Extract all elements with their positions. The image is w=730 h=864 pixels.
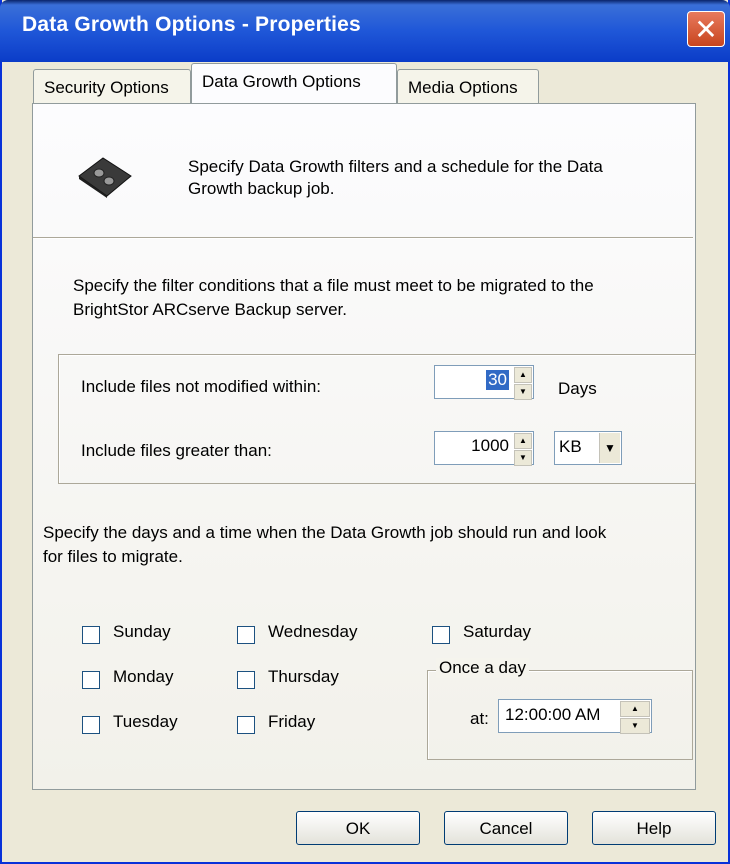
schedule-intro: Specify the days and a time when the Dat… bbox=[43, 521, 606, 569]
day-label: Sunday bbox=[113, 622, 171, 641]
tape-cartridge-icon bbox=[78, 157, 132, 198]
window-title: Data Growth Options - Properties bbox=[22, 13, 361, 36]
greater-than-spinner[interactable]: 1000 ▲ ▼ bbox=[434, 431, 534, 466]
filter-intro-line1: Specify the filter conditions that a fil… bbox=[73, 276, 594, 295]
spin-down-icon[interactable]: ▼ bbox=[620, 718, 650, 734]
size-unit-selected[interactable]: KB bbox=[559, 437, 582, 457]
checkbox[interactable] bbox=[237, 626, 255, 644]
properties-window: Data Growth Options - Properties ✕ Secur… bbox=[0, 0, 730, 864]
day-label: Wednesday bbox=[268, 622, 358, 641]
greater-than-spin-buttons[interactable]: ▲ ▼ bbox=[514, 433, 532, 466]
tab-data-growth-options[interactable]: Data Growth Options bbox=[191, 63, 397, 103]
checkbox[interactable] bbox=[82, 716, 100, 734]
spin-up-icon[interactable]: ▲ bbox=[620, 701, 650, 717]
size-unit-dropdown[interactable]: KB ▼ bbox=[554, 431, 622, 465]
once-a-day-groupbox: Once a day at: 12:00:00 AM ▲ ▼ bbox=[427, 658, 693, 760]
title-bar[interactable]: Data Growth Options - Properties ✕ bbox=[0, 0, 730, 62]
tab-media-options[interactable]: Media Options bbox=[397, 69, 539, 103]
tab-security-options[interactable]: Security Options bbox=[33, 69, 191, 103]
tab-label: Data Growth Options bbox=[202, 72, 361, 91]
checkbox[interactable] bbox=[237, 716, 255, 734]
tab-label: Security Options bbox=[44, 78, 169, 97]
header-text-line2: Growth backup job. bbox=[188, 179, 335, 198]
checkbox[interactable] bbox=[82, 626, 100, 644]
day-label: Thursday bbox=[268, 667, 339, 686]
spin-down-icon[interactable]: ▼ bbox=[514, 384, 532, 400]
time-spin-buttons[interactable]: ▲ ▼ bbox=[620, 701, 650, 734]
day-label: Monday bbox=[113, 667, 174, 686]
not-modified-days-spinner[interactable]: 30 ▲ ▼ bbox=[434, 365, 534, 400]
help-button[interactable]: Help bbox=[592, 811, 716, 845]
not-modified-unit: Days bbox=[558, 379, 597, 398]
header-text-line1: Specify Data Growth filters and a schedu… bbox=[188, 157, 603, 176]
checkbox[interactable] bbox=[432, 626, 450, 644]
time-spinner[interactable]: 12:00:00 AM ▲ ▼ bbox=[498, 699, 652, 734]
schedule-intro-line1: Specify the days and a time when the Dat… bbox=[43, 523, 607, 542]
not-modified-spin-buttons[interactable]: ▲ ▼ bbox=[514, 367, 532, 400]
checkbox[interactable] bbox=[237, 671, 255, 689]
day-label: Saturday bbox=[463, 622, 532, 641]
close-icon[interactable]: ✕ bbox=[687, 11, 725, 47]
spin-down-icon[interactable]: ▼ bbox=[514, 450, 532, 466]
filter-intro-line2: BrightStor ARCserve Backup server. bbox=[73, 300, 348, 319]
ok-button[interactable]: OK bbox=[296, 811, 420, 845]
filter-groupbox: Include files not modified within: 30 ▲ … bbox=[58, 354, 696, 484]
checkbox[interactable] bbox=[82, 671, 100, 689]
greater-than-value[interactable]: 1000 bbox=[471, 436, 509, 456]
spin-up-icon[interactable]: ▲ bbox=[514, 367, 532, 383]
not-modified-label: Include files not modified within: bbox=[81, 377, 322, 396]
schedule-intro-line2: for files to migrate. bbox=[43, 547, 183, 566]
header-description: Specify Data Growth filters and a schedu… bbox=[188, 156, 603, 200]
greater-than-label: Include files greater than: bbox=[81, 441, 272, 460]
tab-label: Media Options bbox=[408, 78, 518, 97]
spin-up-icon[interactable]: ▲ bbox=[514, 433, 532, 449]
tab-panel: Specify Data Growth filters and a schedu… bbox=[32, 103, 696, 790]
not-modified-value[interactable]: 30 bbox=[486, 370, 509, 390]
day-label: Tuesday bbox=[113, 712, 178, 731]
at-label: at: bbox=[470, 709, 489, 728]
header-divider bbox=[33, 237, 693, 239]
chevron-down-icon[interactable]: ▼ bbox=[599, 433, 620, 463]
day-label: Friday bbox=[268, 712, 316, 731]
once-a-day-label: Once a day bbox=[436, 658, 529, 678]
time-value[interactable]: 12:00:00 AM bbox=[505, 705, 600, 725]
filter-intro: Specify the filter conditions that a fil… bbox=[73, 274, 594, 322]
cancel-button[interactable]: Cancel bbox=[444, 811, 568, 845]
